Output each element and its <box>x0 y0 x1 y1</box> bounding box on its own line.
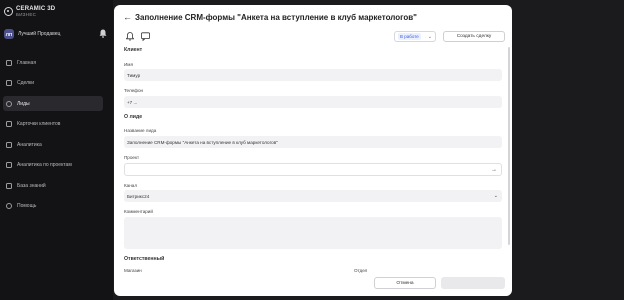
name-value: Тимур <box>127 72 141 78</box>
channel-label: Канал <box>124 183 138 188</box>
sidebar-item-label: Лиды <box>17 100 30 107</box>
sidebar-item-label: Помощь <box>17 203 37 209</box>
name-label: Имя <box>124 62 133 67</box>
lead-name-value: Заполнение CRM-формы "Анкета на вступлен… <box>127 139 278 145</box>
lead-modal: ← Заполнение CRM-формы "Анкета на вступл… <box>114 5 512 296</box>
sidebar-item-home[interactable]: Главная <box>3 55 103 70</box>
brand-logo-icon <box>4 7 13 17</box>
project-field[interactable]: → <box>124 163 502 176</box>
home-icon <box>6 59 12 66</box>
sidebar-item-knowledge-base[interactable]: База знаний <box>3 178 103 193</box>
sidebar-item-analytics[interactable]: Аналитика <box>3 137 103 152</box>
sidebar-item-deals[interactable]: Сделки <box>3 76 103 91</box>
project-analytics-icon <box>6 162 12 168</box>
sidebar-item-label: Главная <box>17 59 37 66</box>
brand[interactable]: CERAMIC 3D БИЗНЕС <box>4 6 55 18</box>
sidebar-item-label: Аналитика по проектам <box>17 162 72 168</box>
phone-label: Телефон <box>124 88 144 93</box>
lead-section-heading: О лиде <box>124 114 143 120</box>
help-icon <box>6 203 12 209</box>
avatar: ЛП <box>4 29 14 39</box>
arrow-right-icon[interactable]: → <box>491 167 497 173</box>
status-select[interactable]: В работе ⌄ <box>394 31 436 42</box>
deals-icon <box>6 80 12 86</box>
create-deal-button[interactable]: Создать сделку <box>443 31 505 42</box>
comment-textarea[interactable] <box>124 217 502 249</box>
save-button[interactable] <box>441 277 505 289</box>
sidebar-item-project-analytics[interactable]: Аналитика по проектам <box>3 158 103 173</box>
sidebar-item-label: Сделки <box>17 80 35 86</box>
sidebar-item-client-cards[interactable]: Карточки клиентов <box>3 117 103 132</box>
department-label: Отдел <box>354 268 368 273</box>
name-field[interactable]: Тимур <box>124 69 502 81</box>
notification-bell-icon[interactable] <box>98 28 108 38</box>
channel-value: Битрикс24 <box>127 193 150 199</box>
client-section-heading: Клиент <box>124 47 143 53</box>
leads-icon <box>6 100 12 107</box>
user-profile[interactable]: ЛП Лучший Продавец <box>4 29 108 39</box>
channel-select[interactable]: Битрикс24 ⌄ <box>124 190 502 202</box>
sidebar-item-label: База знаний <box>17 182 46 189</box>
user-name: Лучший Продавец <box>18 31 61 37</box>
lead-name-field[interactable]: Заполнение CRM-формы "Анкета на вступлен… <box>124 136 502 148</box>
project-label: Проект <box>124 155 140 160</box>
cards-icon <box>6 121 12 127</box>
sidebar: CERAMIC 3D БИЗНЕС ЛП Лучший Продавец Гла… <box>0 0 113 300</box>
sidebar-nav: Главная Сделки Лиды Карточки клиентов Ан… <box>3 55 103 219</box>
lead-name-label: Название лида <box>124 128 157 133</box>
sidebar-item-help[interactable]: Помощь <box>3 199 103 214</box>
back-arrow-icon[interactable]: ← <box>123 12 132 22</box>
store-label: Магазин <box>124 268 142 273</box>
cancel-button[interactable]: Отмена <box>374 277 436 289</box>
analytics-icon <box>6 141 12 148</box>
phone-field[interactable]: +7 ... <box>124 96 502 108</box>
bell-icon[interactable] <box>126 32 136 42</box>
page-title: Заполнение CRM-формы "Анкета на вступлен… <box>135 13 417 22</box>
comment-label: Комментарий <box>124 209 153 214</box>
sidebar-item-label: Аналитика <box>17 141 42 148</box>
book-icon <box>6 182 12 189</box>
chevron-down-icon: ⌄ <box>493 193 498 199</box>
phone-value: +7 ... <box>127 99 138 105</box>
sidebar-item-leads[interactable]: Лиды <box>3 96 103 111</box>
chevron-down-icon: ⌄ <box>427 33 432 40</box>
brand-subtitle: БИЗНЕС <box>16 12 37 17</box>
sidebar-item-label: Карточки клиентов <box>17 121 61 127</box>
status-badge: В работе <box>398 33 421 40</box>
scrollbar[interactable] <box>508 47 510 245</box>
chat-icon[interactable] <box>141 32 151 42</box>
responsible-section-heading: Ответственный <box>124 256 165 262</box>
